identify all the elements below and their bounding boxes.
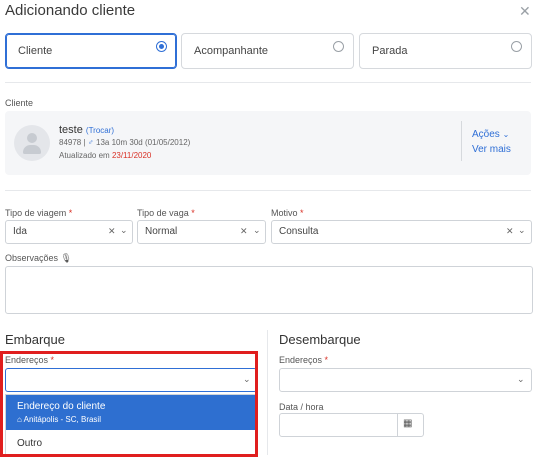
divider (5, 190, 531, 191)
microphone-icon[interactable]: 🎙 (61, 253, 72, 263)
clear-icon[interactable]: ✕ (506, 226, 514, 237)
radio-parada[interactable]: Parada (359, 33, 532, 69)
desembarque-enderecos-select[interactable]: ⌄ (279, 368, 532, 392)
tipo-viagem-label: Tipo de viagem * (5, 208, 73, 218)
radio-selected-icon[interactable] (156, 41, 167, 52)
client-age: 13a 10m 30d (01/05/2012) (96, 138, 191, 147)
datahora-label: Data / hora (279, 402, 324, 412)
motivo-value: Consulta (279, 226, 319, 237)
tipo-vaga-value: Normal (145, 226, 178, 237)
desembarque-title: Desembarque (279, 332, 361, 347)
tipo-vaga-select[interactable]: Normal ✕ ⌄ (137, 220, 266, 244)
chevron-down-icon[interactable]: ⌄ (517, 374, 525, 385)
chevron-down-icon[interactable]: ⌄ (120, 225, 128, 236)
updated-date: 23/11/2020 (111, 151, 152, 160)
tipo-vaga-label: Tipo de vaga * (137, 208, 195, 218)
clear-icon[interactable]: ✕ (240, 226, 248, 237)
desembarque-enderecos-label: Endereços * (279, 355, 329, 365)
acoes-button[interactable]: Ações ⌄ (472, 129, 509, 140)
male-gender-icon: ♂ (87, 138, 94, 147)
motivo-label: Motivo * (271, 208, 304, 218)
calendar-icon[interactable]: ▦ (403, 418, 412, 429)
motivo-select[interactable]: Consulta ✕ ⌄ (271, 220, 532, 244)
chevron-down-icon[interactable]: ⌄ (518, 225, 526, 236)
divider (5, 82, 531, 83)
avatar (14, 125, 50, 161)
acoes-label: Ações (472, 129, 500, 140)
client-id: 84978 | (59, 138, 86, 147)
tipo-viagem-value: Ida (13, 226, 27, 237)
radio-unselected-icon[interactable] (333, 41, 344, 52)
radio-unselected-icon[interactable] (511, 41, 522, 52)
chevron-down-icon[interactable]: ⌄ (253, 225, 261, 236)
user-head-icon (27, 133, 37, 143)
datahora-input[interactable]: ▦ (279, 413, 424, 437)
column-divider (267, 330, 268, 455)
highlight-frame (0, 351, 258, 457)
observacoes-label: Observações 🎙 (5, 253, 72, 263)
radio-cliente[interactable]: Cliente (5, 33, 177, 69)
embarque-title: Embarque (5, 332, 65, 347)
cliente-section-label: Cliente (5, 98, 34, 108)
observacoes-textarea[interactable] (5, 266, 533, 314)
close-icon[interactable]: ✕ (519, 3, 531, 20)
client-name: teste (59, 124, 83, 136)
trocar-link[interactable]: (Trocar) (86, 126, 114, 135)
tipo-viagem-select[interactable]: Ida ✕ ⌄ (5, 220, 133, 244)
radio-acompanhante-label: Acompanhante (194, 45, 268, 57)
radio-acompanhante[interactable]: Acompanhante (181, 33, 354, 69)
radio-cliente-label: Cliente (18, 45, 53, 57)
clear-icon[interactable]: ✕ (108, 226, 116, 237)
ver-mais-link[interactable]: Ver mais (472, 144, 511, 155)
chevron-down-icon: ⌄ (502, 130, 510, 139)
radio-parada-label: Parada (372, 45, 408, 57)
dialog-title: Adicionando cliente (5, 2, 136, 19)
input-separator (397, 414, 398, 436)
user-body-icon (23, 145, 41, 154)
vertical-divider (461, 121, 462, 161)
updated-label: Atualizado em (59, 151, 110, 160)
